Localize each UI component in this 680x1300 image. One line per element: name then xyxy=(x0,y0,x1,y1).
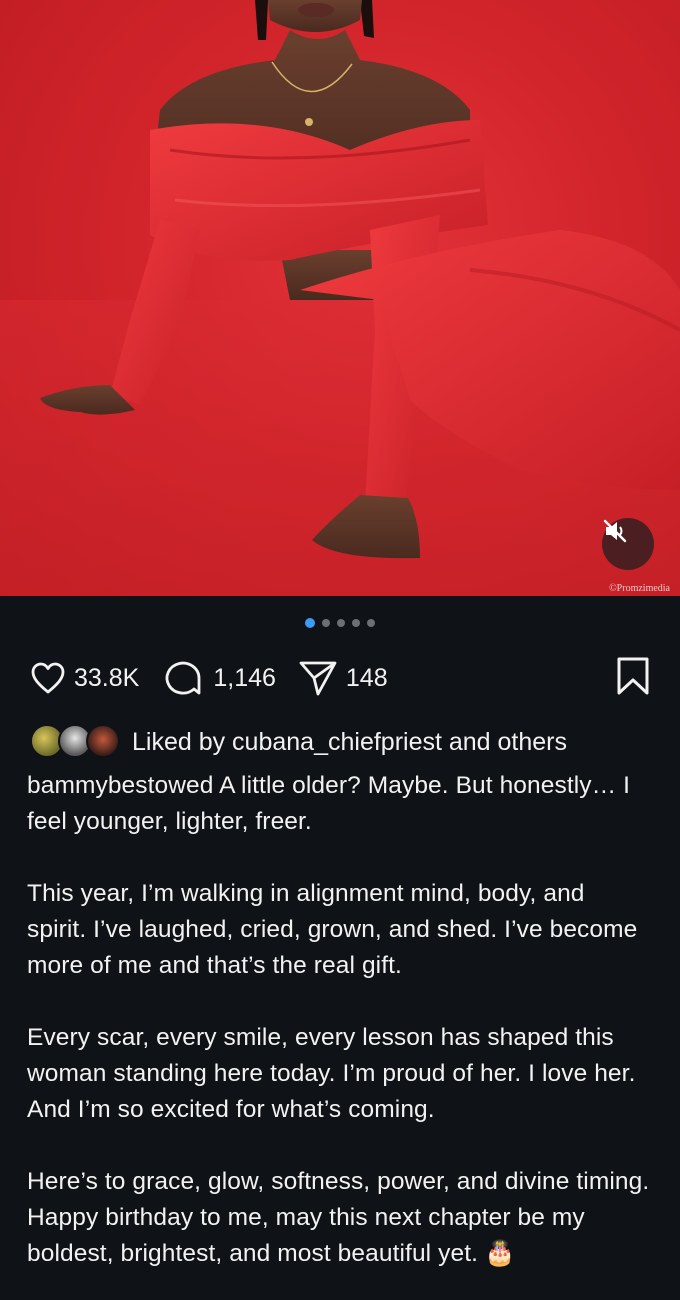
heart-icon xyxy=(31,662,65,694)
photo-watermark: ©Promzimedia xyxy=(609,583,670,594)
avatar xyxy=(86,724,120,758)
caption-paragraph: Happy birthday to me, may this next chap… xyxy=(27,1204,585,1267)
like-button[interactable]: 33.8K xyxy=(30,661,139,695)
caption-paragraph: Every scar, every smile, every lesson ha… xyxy=(27,1024,636,1123)
post-actions: 33.8K 1,146 148 xyxy=(30,655,650,701)
carousel-dot-active xyxy=(305,618,315,628)
post-photo xyxy=(0,0,680,596)
post-caption: bammybestowed A little older? Maybe. But… xyxy=(27,768,650,1272)
liker-avatars xyxy=(30,724,126,760)
post-media[interactable]: ©Promzimedia xyxy=(0,0,680,596)
liked-by-text: Liked by cubana_chiefpriest and others xyxy=(132,727,568,756)
caption-username[interactable]: bammybestowed xyxy=(27,772,214,799)
save-button[interactable] xyxy=(616,656,650,701)
carousel-dot xyxy=(322,619,330,627)
carousel-indicator xyxy=(0,618,680,628)
bookmark-icon xyxy=(617,657,649,694)
caption-paragraph: Here’s to grace, glow, softness, power, … xyxy=(27,1168,650,1195)
share-button[interactable]: 148 xyxy=(298,659,388,697)
carousel-dot xyxy=(337,619,345,627)
liked-by-row[interactable]: Liked by cubana_chiefpriest and others xyxy=(30,724,660,760)
carousel-dot xyxy=(352,619,360,627)
comment-icon xyxy=(166,661,201,695)
like-count: 33.8K xyxy=(74,663,140,692)
comment-button[interactable]: 1,146 xyxy=(161,658,276,698)
mute-button[interactable] xyxy=(602,518,654,570)
share-count: 148 xyxy=(345,663,388,692)
caption-paragraph: This year, I’m walking in alignment mind… xyxy=(27,880,638,979)
comment-count: 1,146 xyxy=(213,663,276,692)
carousel-dot xyxy=(367,619,375,627)
send-icon xyxy=(299,661,337,696)
caption-paragraph: bammybestowed A little older? Maybe. But… xyxy=(27,768,650,840)
volume-muted-icon xyxy=(603,519,627,543)
